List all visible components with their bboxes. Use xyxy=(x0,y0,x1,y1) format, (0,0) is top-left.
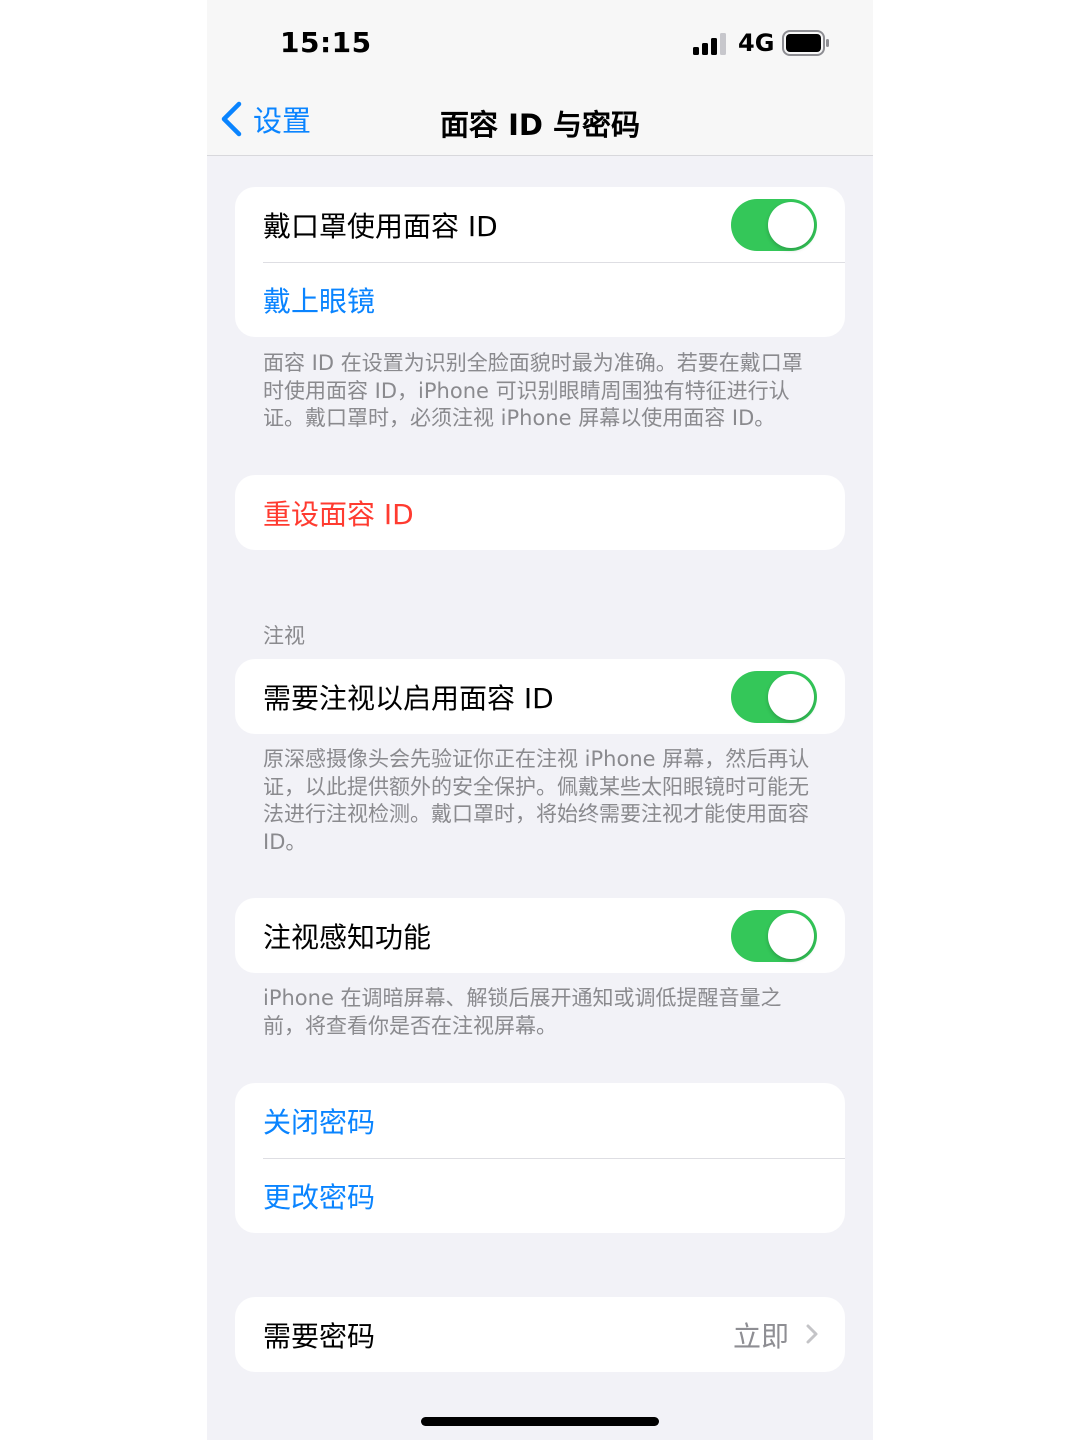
require-passcode-row[interactable]: 需要密码 立即 xyxy=(235,1297,845,1372)
attention-group: 需要注视以启用面容 ID xyxy=(235,659,845,734)
mask-face-id-toggle[interactable] xyxy=(731,199,817,251)
passcode-group: 关闭密码 更改密码 xyxy=(235,1083,845,1233)
mask-face-id-label: 戴口罩使用面容 ID xyxy=(263,209,498,243)
toggle-knob xyxy=(768,202,814,248)
signal-icon xyxy=(693,33,726,55)
phone-screen: 15:15 4G 设置 面容 ID 与密码 戴口罩使用面容 ID 戴上眼镜 面容… xyxy=(207,0,873,1440)
toggle-knob xyxy=(768,674,814,720)
reset-group: 重设面容 ID xyxy=(235,475,845,550)
turn-off-passcode-label: 关闭密码 xyxy=(263,1105,376,1139)
page-title: 面容 ID 与密码 xyxy=(439,108,641,142)
network-label: 4G xyxy=(738,29,775,57)
change-passcode-label: 更改密码 xyxy=(263,1180,376,1214)
battery-icon xyxy=(782,30,829,56)
require-attention-toggle[interactable] xyxy=(731,671,817,723)
chevron-right-icon xyxy=(806,1324,818,1344)
require-passcode-group: 需要密码 立即 xyxy=(235,1297,845,1372)
turn-off-passcode-row[interactable]: 关闭密码 xyxy=(235,1083,845,1158)
attention-aware-row: 注视感知功能 xyxy=(235,898,845,973)
mask-settings-group: 戴口罩使用面容 ID 戴上眼镜 xyxy=(235,187,845,337)
navigation-bar: 设置 面容 ID 与密码 xyxy=(207,88,873,156)
reset-face-id-label: 重设面容 ID xyxy=(263,497,414,531)
status-bar: 15:15 4G xyxy=(207,0,873,88)
require-passcode-label: 需要密码 xyxy=(263,1319,376,1353)
reset-face-id-row[interactable]: 重设面容 ID xyxy=(235,475,845,550)
add-glasses-label: 戴上眼镜 xyxy=(263,284,376,318)
attention-section-header: 注视 xyxy=(263,624,305,648)
add-glasses-row[interactable]: 戴上眼镜 xyxy=(235,262,845,337)
mask-footer-note: 面容 ID 在设置为识别全脸面貌时最为准确。若要在戴口罩时使用面容 ID，iPh… xyxy=(263,351,803,430)
attention-aware-footer-note: iPhone 在调暗屏幕、解锁后展开通知或调低提醒音量之前，将查看你是否在注视屏… xyxy=(263,986,782,1038)
attention-aware-group: 注视感知功能 xyxy=(235,898,845,973)
toggle-knob xyxy=(768,913,814,959)
mask-face-id-row: 戴口罩使用面容 ID xyxy=(235,187,845,262)
require-attention-row: 需要注视以启用面容 ID xyxy=(235,659,845,734)
change-passcode-row[interactable]: 更改密码 xyxy=(235,1158,845,1233)
require-passcode-value: 立即 xyxy=(732,1319,789,1353)
home-indicator xyxy=(421,1417,659,1426)
attention-aware-toggle[interactable] xyxy=(731,910,817,962)
attention-footer-note: 原深感摄像头会先验证你正在注视 iPhone 屏幕，然后再认证，以此提供额外的安… xyxy=(263,747,810,854)
status-time: 15:15 xyxy=(280,26,372,59)
require-attention-label: 需要注视以启用面容 ID xyxy=(263,681,554,715)
attention-aware-label: 注视感知功能 xyxy=(263,920,432,954)
